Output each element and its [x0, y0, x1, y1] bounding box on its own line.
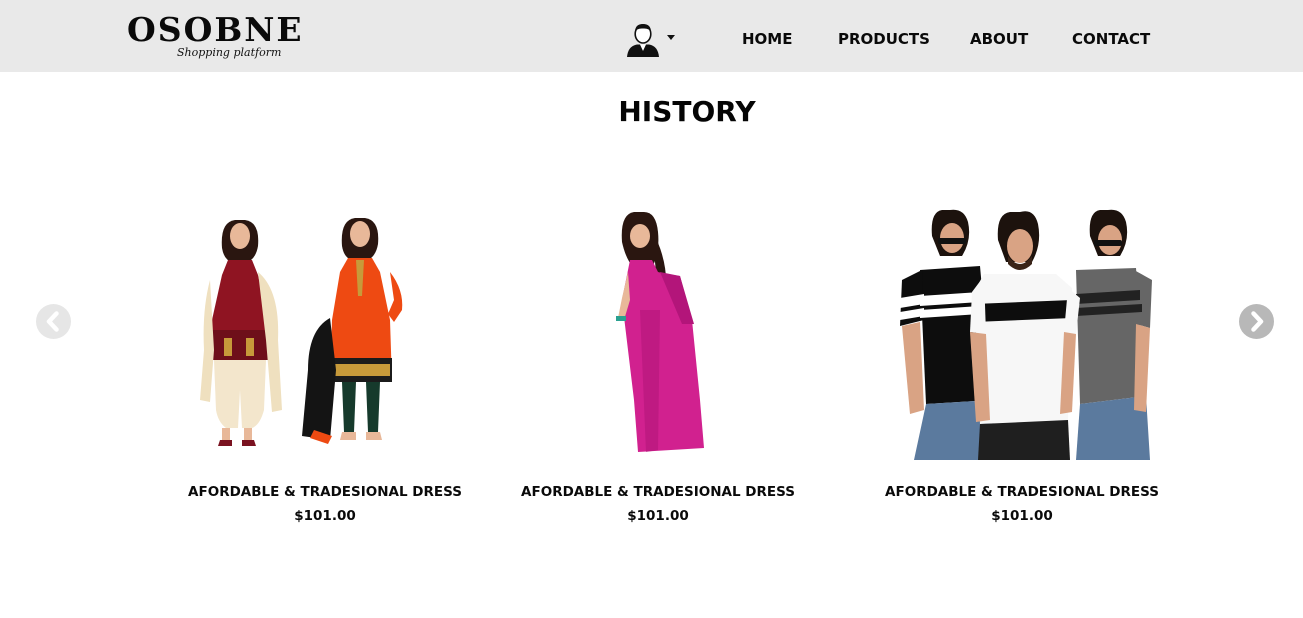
product-name: AFORDABLE & TRADESIONAL DRESS — [521, 484, 795, 500]
product-image-saree — [616, 212, 704, 452]
chevron-down-icon — [667, 35, 675, 40]
carousel-prev-button[interactable] — [36, 304, 71, 339]
user-avatar-icon — [627, 24, 659, 57]
product-card[interactable]: AFORDABLE & TRADESIONAL DRESS $101.00 — [175, 200, 475, 530]
product-card[interactable]: AFORDABLE & TRADESIONAL DRESS $101.00 — [508, 200, 808, 530]
product-image-salwar-suit — [200, 218, 403, 446]
navbar: OSOBNE Shopping platform HOME PRODUCTS A… — [0, 0, 1303, 72]
nav-link-about[interactable]: ABOUT — [970, 30, 1028, 48]
brand-tagline: Shopping platform — [177, 46, 282, 59]
page-title: HISTORY — [618, 95, 756, 128]
product-card[interactable]: AFORDABLE & TRADESIONAL DRESS $101.00 — [872, 200, 1172, 530]
nav-link-home[interactable]: HOME — [742, 30, 792, 48]
nav-link-contact[interactable]: CONTACT — [1072, 30, 1150, 48]
chevron-left-icon — [46, 311, 59, 332]
product-price: $101.00 — [627, 508, 689, 524]
carousel-next-button[interactable] — [1239, 304, 1274, 339]
chevron-right-icon — [1251, 311, 1264, 332]
product-price: $101.00 — [991, 508, 1053, 524]
product-price: $101.00 — [294, 508, 356, 524]
product-image-men-tshirts — [900, 209, 1152, 460]
product-name: AFORDABLE & TRADESIONAL DRESS — [188, 484, 462, 500]
brand-name: OSOBNE — [127, 10, 304, 49]
brand-logo[interactable]: OSOBNE Shopping platform — [127, 12, 302, 64]
user-menu-dropdown[interactable] — [625, 22, 680, 58]
nav-link-products[interactable]: PRODUCTS — [838, 30, 930, 48]
product-name: AFORDABLE & TRADESIONAL DRESS — [885, 484, 1159, 500]
